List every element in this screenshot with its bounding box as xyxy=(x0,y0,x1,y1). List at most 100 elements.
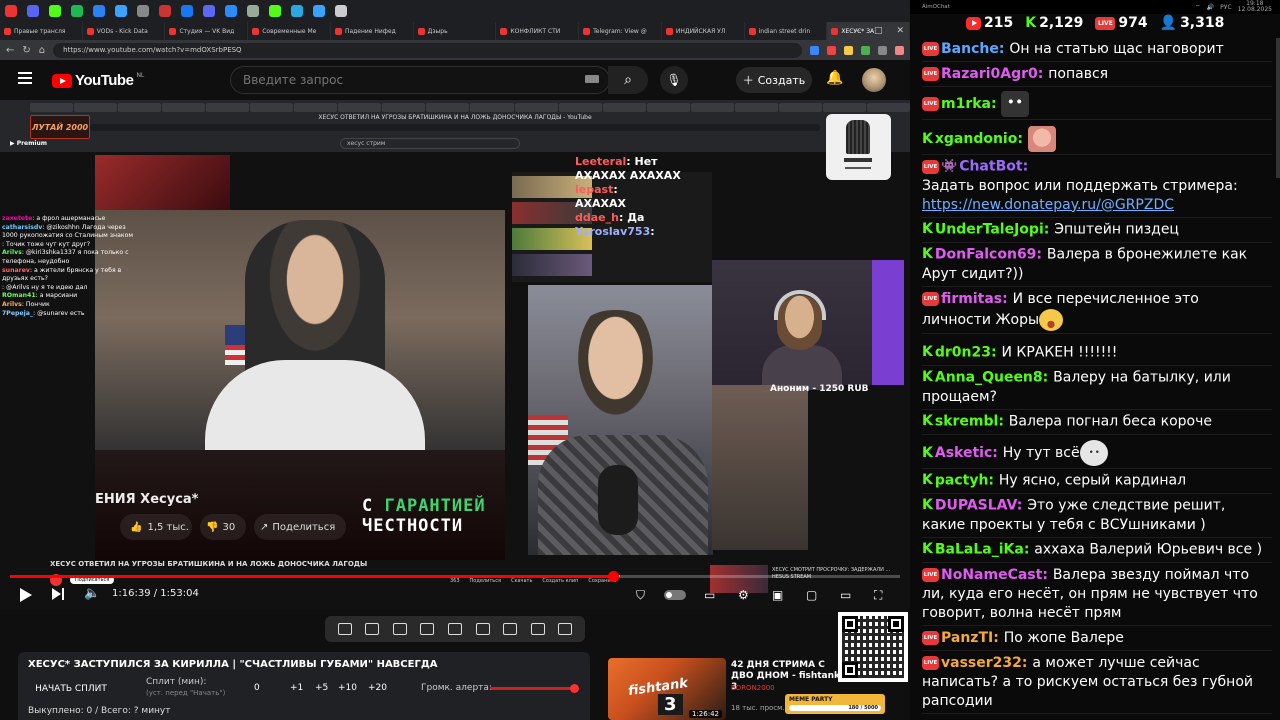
pinned-tab[interactable] xyxy=(308,0,330,22)
pinned-tab[interactable] xyxy=(88,0,110,22)
close-window-button[interactable]: ✕ xyxy=(896,26,904,36)
browser-tab[interactable]: Современные Ме xyxy=(248,22,331,40)
subtitles-icon[interactable]: ▭ xyxy=(704,588,720,602)
volume-icon[interactable]: 🔈 xyxy=(84,586,100,601)
chat-username[interactable]: BaLaLa_iKa xyxy=(935,542,1024,558)
home-icon[interactable]: ⌂ xyxy=(39,45,45,56)
reload-icon[interactable]: ↻ xyxy=(22,45,30,56)
pinned-tab[interactable] xyxy=(198,0,220,22)
url-input[interactable]: https://www.youtube.com/watch?v=mdOXSrbP… xyxy=(53,42,802,58)
extension-icon[interactable] xyxy=(878,45,887,55)
shield-icon[interactable]: ⛉ xyxy=(636,588,652,602)
screenshot-icon[interactable] xyxy=(392,623,407,635)
chat-username[interactable]: pactyh xyxy=(935,473,989,489)
create-button[interactable]: ＋ Создать xyxy=(736,67,812,93)
split-plus-1-button[interactable]: +1 xyxy=(290,683,303,693)
pinned-tab[interactable] xyxy=(132,0,154,22)
gear-icon[interactable] xyxy=(558,623,573,635)
pinned-tab[interactable] xyxy=(264,0,286,22)
autoplay-toggle[interactable] xyxy=(664,590,686,600)
grid-icon[interactable] xyxy=(447,623,462,635)
language-indicator[interactable]: РУС xyxy=(1220,4,1231,11)
audio-icon[interactable] xyxy=(365,623,380,635)
next-button[interactable] xyxy=(52,588,66,602)
start-split-button[interactable]: НАЧАТЬ СПЛИТ xyxy=(28,679,114,699)
chat-username[interactable]: Razari0Agr0 xyxy=(941,66,1038,82)
miniplayer-icon[interactable]: ▣ xyxy=(772,588,788,602)
voice-search-button[interactable]: 🎙 xyxy=(660,66,688,94)
cast-icon[interactable]: ▢ xyxy=(806,588,822,602)
browser-tab[interactable]: ИНДИЙСКАЯ УЛ xyxy=(662,22,745,40)
theater-mode-icon[interactable]: ▭ xyxy=(840,588,856,602)
split-plus-10-button[interactable]: +10 xyxy=(338,683,357,693)
chat-username[interactable]: Anna_Queen8 xyxy=(935,370,1043,386)
pinned-tab[interactable] xyxy=(154,0,176,22)
back-icon[interactable]: ← xyxy=(6,45,14,56)
chat-username[interactable]: DonFalcon69 xyxy=(935,247,1037,263)
wifi-icon[interactable]: ⌔ xyxy=(1195,3,1201,11)
split-plus-20-button[interactable]: +20 xyxy=(368,683,387,693)
minimize-button[interactable]: – xyxy=(855,26,860,36)
browser-tab[interactable]: Дзырь xyxy=(414,22,497,40)
chat-username[interactable]: vasser232 xyxy=(941,655,1022,671)
add-icon[interactable] xyxy=(503,623,518,635)
pinned-tab[interactable] xyxy=(242,0,264,22)
chat-username[interactable]: skrembl xyxy=(935,414,998,430)
fullscreen-icon[interactable]: ⛶ xyxy=(874,588,890,602)
profile-icon[interactable] xyxy=(895,45,904,55)
chat-username[interactable]: Asketic xyxy=(935,445,992,461)
chat-username[interactable]: PanzTI xyxy=(941,630,993,646)
pinned-tab[interactable] xyxy=(22,0,44,22)
search-input[interactable] xyxy=(243,73,563,87)
chat-username[interactable]: NoNameCast xyxy=(941,567,1042,583)
recommended-channel[interactable]: BORON2000 xyxy=(731,684,775,692)
recommended-thumbnail[interactable]: fishtank 3 1:26:42 xyxy=(608,658,726,720)
slider-knob[interactable] xyxy=(569,684,579,693)
pinned-tab[interactable] xyxy=(286,0,308,22)
extension-icon[interactable] xyxy=(827,45,836,55)
chat-scrollbar[interactable] xyxy=(1276,38,1280,178)
chat-username[interactable]: UnderTaleJopi xyxy=(935,222,1044,238)
chat-username[interactable]: ChatBot xyxy=(959,159,1022,175)
pinned-tab[interactable] xyxy=(0,0,22,22)
menu-icon[interactable] xyxy=(18,72,32,84)
keyboard-icon[interactable] xyxy=(585,75,599,83)
pinned-tab[interactable] xyxy=(176,0,198,22)
clock[interactable]: 19:18 12.08.2025 xyxy=(1238,1,1272,13)
extension-icon[interactable] xyxy=(844,45,853,55)
chat-username[interactable]: Banche xyxy=(941,41,999,57)
chat-username[interactable]: xgandonio xyxy=(935,131,1018,147)
video-progress-bar[interactable] xyxy=(10,571,900,582)
browser-tab[interactable]: Студия — VK Вид xyxy=(165,22,249,40)
play-button[interactable] xyxy=(18,586,32,602)
browser-tab[interactable]: VODs - Kick Data xyxy=(83,22,166,40)
split-plus-5-button[interactable]: +5 xyxy=(315,683,328,693)
notifications-bell-icon[interactable]: 🔔 xyxy=(826,70,843,86)
search-button[interactable]: ⌕ xyxy=(608,66,648,94)
loop-icon[interactable] xyxy=(337,623,352,635)
pinned-tab[interactable] xyxy=(330,0,352,22)
pinned-tab[interactable] xyxy=(110,0,132,22)
settings-gear-icon[interactable]: ⚙ xyxy=(738,588,754,602)
extension-icon[interactable] xyxy=(861,45,870,55)
chat-username[interactable]: m1rka xyxy=(941,96,991,112)
chat-username[interactable]: DUPASLAV xyxy=(935,498,1017,514)
browser-tab[interactable]: Правые трансля xyxy=(0,22,83,40)
browser-tab[interactable]: Telegram: View @ xyxy=(579,22,662,40)
pinned-tab[interactable] xyxy=(44,0,66,22)
avatar[interactable] xyxy=(862,68,886,92)
browser-tab[interactable]: КОНФЛИКТ СТИ xyxy=(496,22,580,40)
browser-tab[interactable]: indian street drin xyxy=(745,22,828,40)
chat-username[interactable]: firmitas xyxy=(941,291,1002,307)
pinned-tab[interactable] xyxy=(66,0,88,22)
pinned-tab[interactable] xyxy=(220,0,242,22)
crop-icon[interactable] xyxy=(420,623,435,635)
donation-link[interactable]: https://new.donatepay.ru/@GRPZDC xyxy=(922,197,1174,213)
video-player[interactable]: ХЕСУС ОТВЕТИЛ НА УГРОЗЫ БРАТИШКИНА И НА … xyxy=(0,100,910,610)
youtube-logo[interactable]: YouTube NL xyxy=(52,72,144,89)
chat-username[interactable]: dr0n23 xyxy=(935,345,991,361)
alert-volume-slider[interactable] xyxy=(490,684,579,693)
speed-icon[interactable] xyxy=(475,623,490,635)
camera-icon[interactable] xyxy=(530,623,545,635)
volume-icon[interactable]: 🔊 xyxy=(1207,4,1214,11)
